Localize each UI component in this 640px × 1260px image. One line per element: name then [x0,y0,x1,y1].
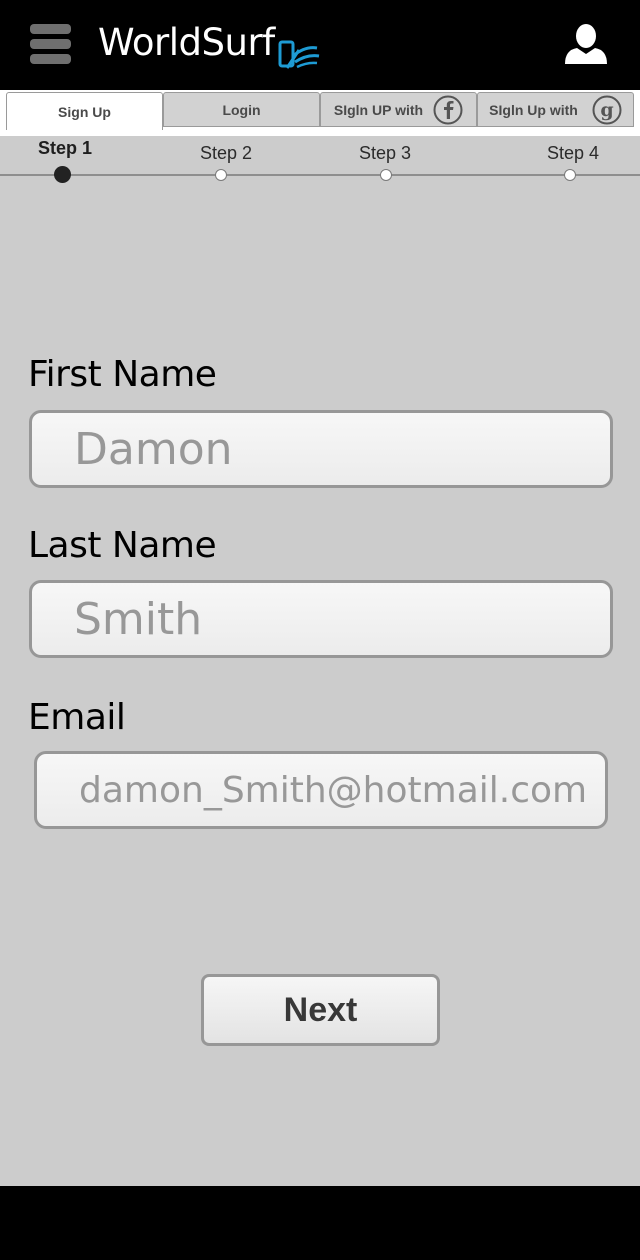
footer-bar [0,1186,640,1260]
next-button[interactable]: Next [201,974,440,1046]
step-4-label: Step 4 [547,143,600,163]
hamburger-menu-icon[interactable] [30,24,72,68]
email-label: Email [28,697,126,738]
tab-label: SIgln UP with [333,101,424,118]
app-header: WorldSurf [0,0,640,90]
tab-sign-up-google[interactable]: SIgln Up with g [477,92,634,127]
tab-label: SIgln Up with [489,101,578,118]
last-name-label: Last Name [28,525,217,566]
tab-label: Sign Up [58,103,111,120]
email-field[interactable] [34,751,608,829]
first-name-label: First Name [28,354,217,395]
tab-sign-up-facebook[interactable]: SIgln UP with [320,92,477,127]
tab-login[interactable]: Login [163,92,320,127]
step-3-dot [380,169,392,181]
step-3-label: Step 3 [359,143,412,163]
app-title: WorldSurf [98,21,275,64]
step-1-label: Step 1 [38,138,93,158]
last-name-field[interactable] [29,580,613,658]
tab-label: Login [222,101,261,118]
first-name-field[interactable] [29,410,613,488]
step-2-label: Step 2 [200,143,253,163]
user-profile-icon[interactable] [563,22,609,68]
step-progress-line [0,174,640,176]
step-1-dot [54,166,71,183]
step-4-dot [564,169,576,181]
svg-text:g: g [600,99,613,121]
google-icon: g [592,95,622,124]
auth-tabs: Sign Up Login SIgln UP with SIgln Up wit… [0,90,640,136]
tab-sign-up[interactable]: Sign Up [6,92,163,130]
app-logo[interactable]: WorldSurf [98,20,321,70]
phone-wave-logo-icon [278,40,319,69]
signup-panel: Step 1 Step 2 Step 3 Step 4 First Name L… [0,136,640,1186]
facebook-icon [433,95,463,124]
step-2-dot [215,169,227,181]
